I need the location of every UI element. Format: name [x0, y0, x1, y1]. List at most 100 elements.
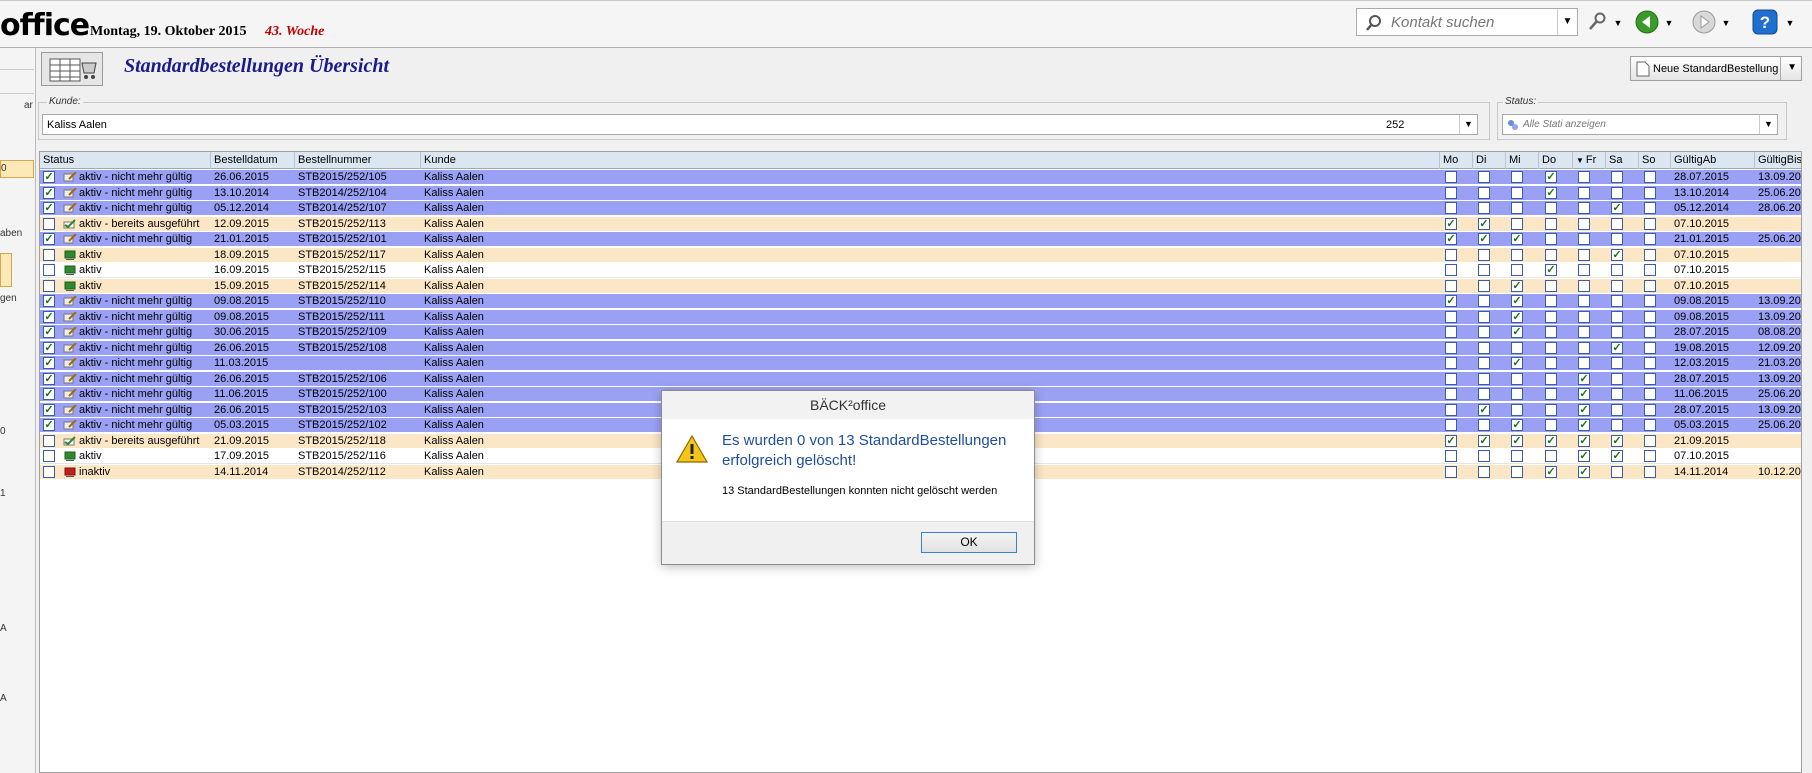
day-checkbox-di[interactable]: [1478, 295, 1490, 307]
day-checkbox-di[interactable]: ✓: [1478, 233, 1490, 245]
sidebar-item[interactable]: [0, 52, 34, 70]
day-checkbox-fr[interactable]: ✓: [1578, 465, 1590, 478]
day-checkbox-mi[interactable]: ✓: [1511, 295, 1523, 307]
table-row[interactable]: aktiv - bereits ausgeführt 12.09.2015 STB2…: [40, 216, 1801, 232]
table-row[interactable]: ✓ aktiv - nicht mehr gültig 05.12.2014 STB2…: [40, 201, 1801, 216]
day-checkbox-mi[interactable]: [1511, 248, 1523, 261]
day-checkbox-di[interactable]: [1478, 171, 1490, 183]
day-checkbox-sa[interactable]: [1611, 465, 1623, 478]
col-header-mi[interactable]: Mi: [1506, 152, 1539, 169]
day-checkbox-sa[interactable]: [1611, 233, 1623, 245]
day-checkbox-sa[interactable]: [1611, 326, 1623, 338]
day-checkbox-so[interactable]: [1644, 341, 1656, 354]
new-button-dropdown[interactable]: ▼: [1787, 62, 1797, 73]
day-checkbox-sa[interactable]: [1611, 310, 1623, 323]
table-row[interactable]: ✓ aktiv - nicht mehr gültig 21.01.2015 STB2…: [40, 232, 1801, 247]
day-checkbox-mo[interactable]: ✓: [1445, 434, 1457, 447]
row-select-checkbox[interactable]: ✓: [43, 186, 55, 199]
day-checkbox-fr[interactable]: [1578, 217, 1590, 230]
day-checkbox-mo[interactable]: [1445, 171, 1457, 183]
row-select-checkbox[interactable]: ✓: [43, 419, 55, 431]
day-checkbox-mi[interactable]: [1511, 217, 1523, 230]
day-checkbox-mi[interactable]: ✓: [1511, 326, 1523, 338]
col-header-bestelldatum[interactable]: Bestelldatum: [211, 152, 295, 169]
day-checkbox-do[interactable]: ✓: [1545, 171, 1557, 183]
sidebar-item[interactable]: [0, 76, 34, 94]
day-checkbox-mo[interactable]: [1445, 403, 1457, 416]
day-checkbox-mo[interactable]: ✓: [1445, 233, 1457, 245]
day-checkbox-so[interactable]: [1644, 186, 1656, 199]
table-row[interactable]: ✓ aktiv - nicht mehr gültig 26.06.2015 STB2…: [40, 371, 1801, 387]
day-checkbox-so[interactable]: [1644, 279, 1656, 292]
day-checkbox-mi[interactable]: ✓: [1511, 279, 1523, 292]
day-checkbox-fr[interactable]: [1578, 279, 1590, 292]
day-checkbox-do[interactable]: [1545, 310, 1557, 323]
day-checkbox-do[interactable]: [1545, 295, 1557, 307]
day-checkbox-do[interactable]: [1545, 326, 1557, 338]
day-checkbox-di[interactable]: ✓: [1478, 434, 1490, 447]
row-select-checkbox[interactable]: ✓: [43, 403, 55, 416]
day-checkbox-sa[interactable]: [1611, 171, 1623, 183]
day-checkbox-mi[interactable]: [1511, 202, 1523, 214]
day-checkbox-mi[interactable]: [1511, 186, 1523, 199]
day-checkbox-fr[interactable]: [1578, 326, 1590, 338]
day-checkbox-mo[interactable]: ✓: [1445, 217, 1457, 230]
day-checkbox-so[interactable]: [1644, 465, 1656, 478]
day-checkbox-di[interactable]: ✓: [1478, 217, 1490, 230]
day-checkbox-mi[interactable]: [1511, 388, 1523, 400]
day-checkbox-mo[interactable]: ✓: [1445, 295, 1457, 307]
day-checkbox-di[interactable]: [1478, 279, 1490, 292]
day-checkbox-sa[interactable]: ✓: [1611, 341, 1623, 354]
row-select-checkbox[interactable]: [43, 465, 55, 478]
day-checkbox-di[interactable]: [1478, 202, 1490, 214]
row-select-checkbox[interactable]: ✓: [43, 326, 55, 338]
col-header-bestellnummer[interactable]: Bestellnummer: [295, 152, 421, 169]
day-checkbox-mo[interactable]: [1445, 419, 1457, 431]
day-checkbox-fr[interactable]: [1578, 202, 1590, 214]
col-header-fr[interactable]: ▼ Fr: [1573, 152, 1606, 169]
day-checkbox-sa[interactable]: [1611, 403, 1623, 416]
day-checkbox-do[interactable]: [1545, 248, 1557, 261]
day-checkbox-fr[interactable]: [1578, 310, 1590, 323]
day-checkbox-mi[interactable]: [1511, 264, 1523, 276]
row-select-checkbox[interactable]: ✓: [43, 357, 55, 369]
row-select-checkbox[interactable]: ✓: [43, 372, 55, 385]
day-checkbox-fr[interactable]: [1578, 264, 1590, 276]
day-checkbox-so[interactable]: [1644, 217, 1656, 230]
day-checkbox-fr[interactable]: ✓: [1578, 434, 1590, 447]
day-checkbox-do[interactable]: [1545, 403, 1557, 416]
day-checkbox-mi[interactable]: [1511, 341, 1523, 354]
day-checkbox-mi[interactable]: [1511, 171, 1523, 183]
day-checkbox-so[interactable]: [1644, 248, 1656, 261]
day-checkbox-mi[interactable]: ✓: [1511, 357, 1523, 369]
row-select-checkbox[interactable]: ✓: [43, 341, 55, 354]
table-row[interactable]: ✓ aktiv - nicht mehr gültig 09.08.2015 STB2…: [40, 309, 1801, 325]
row-select-checkbox[interactable]: [43, 264, 55, 276]
day-checkbox-so[interactable]: [1644, 434, 1656, 447]
forward-button[interactable]: [1690, 8, 1718, 36]
day-checkbox-di[interactable]: [1478, 372, 1490, 385]
day-checkbox-do[interactable]: [1545, 372, 1557, 385]
day-checkbox-mo[interactable]: [1445, 248, 1457, 261]
day-checkbox-mi[interactable]: [1511, 465, 1523, 478]
day-checkbox-so[interactable]: [1644, 233, 1656, 245]
row-select-checkbox[interactable]: ✓: [43, 233, 55, 245]
day-checkbox-do[interactable]: [1545, 233, 1557, 245]
day-checkbox-so[interactable]: [1644, 310, 1656, 323]
table-row[interactable]: ✓ aktiv - nicht mehr gültig 26.06.2015 STB2…: [40, 340, 1801, 356]
day-checkbox-mi[interactable]: ✓: [1511, 434, 1523, 447]
col-header-gueltigab[interactable]: GültigAb: [1671, 152, 1755, 169]
col-header-kunde[interactable]: Kunde: [421, 152, 1440, 169]
day-checkbox-so[interactable]: [1644, 372, 1656, 385]
day-checkbox-do[interactable]: ✓: [1545, 264, 1557, 276]
table-row[interactable]: ✓ aktiv - nicht mehr gültig 09.08.2015 STB2…: [40, 294, 1801, 309]
key-button[interactable]: [1584, 8, 1610, 36]
row-select-checkbox[interactable]: [43, 279, 55, 292]
row-select-checkbox[interactable]: [43, 248, 55, 261]
day-checkbox-so[interactable]: [1644, 202, 1656, 214]
contact-search-input[interactable]: Kontakt suchen ▼: [1356, 8, 1578, 36]
day-checkbox-di[interactable]: [1478, 186, 1490, 199]
day-checkbox-mo[interactable]: [1445, 279, 1457, 292]
day-checkbox-mo[interactable]: [1445, 326, 1457, 338]
day-checkbox-so[interactable]: [1644, 403, 1656, 416]
